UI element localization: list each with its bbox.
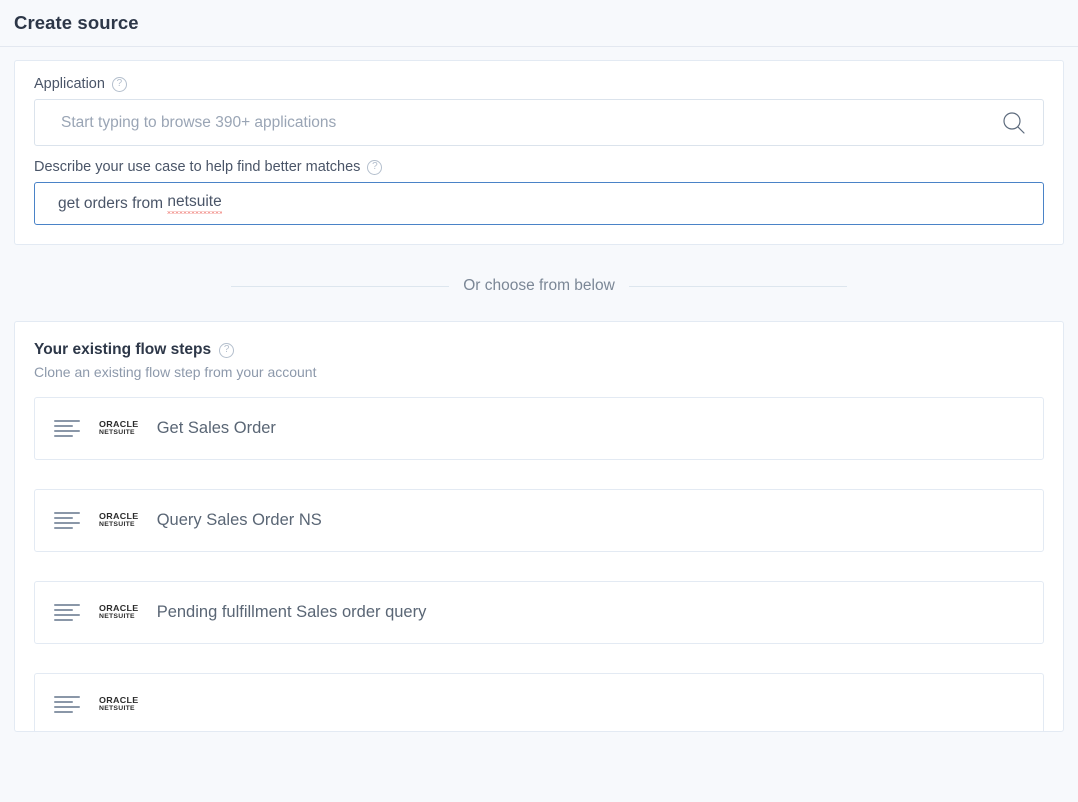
application-input-wrap [34, 99, 1044, 146]
lines-icon [54, 695, 80, 715]
application-field-block: Application ? [34, 77, 1044, 146]
divider-label: Or choose from below [463, 277, 615, 294]
oracle-netsuite-logo-line2: NETSUITE [99, 705, 135, 713]
oracle-netsuite-logo-icon: ORACLE NETSUITE [99, 603, 139, 621]
oracle-netsuite-logo-line2: NETSUITE [99, 613, 135, 621]
existing-flow-steps-title: Your existing flow steps [34, 341, 212, 358]
flow-step-list-item[interactable]: ORACLE NETSUITE Get Sales Order [34, 397, 1044, 460]
application-label: Application [34, 76, 105, 93]
oracle-netsuite-logo-line2: NETSUITE [99, 521, 135, 529]
flow-step-name: Query Sales Order NS [156, 511, 322, 529]
search-card: Application ? Describe your use case to … [14, 60, 1064, 245]
help-circle-icon[interactable]: ? [111, 77, 127, 92]
lines-icon [54, 419, 80, 439]
oracle-netsuite-logo-icon: ORACLE NETSUITE [99, 419, 139, 437]
help-circle-icon[interactable]: ? [367, 160, 383, 175]
flow-step-name: Pending fulfillment Sales order query [156, 603, 427, 621]
usecase-label: Describe your use case to help find bett… [34, 159, 361, 176]
usecase-input[interactable] [34, 182, 1044, 225]
lines-icon [54, 511, 80, 531]
existing-flow-steps-subtitle: Clone an existing flow step from your ac… [34, 364, 317, 380]
application-search-input[interactable] [34, 99, 1044, 146]
page-header: Create source [0, 0, 1078, 47]
or-divider: Or choose from below [14, 277, 1064, 295]
oracle-netsuite-logo-icon: ORACLE NETSUITE [99, 511, 139, 529]
usecase-label-row: Describe your use case to help find bett… [34, 160, 1044, 175]
help-circle-icon[interactable]: ? [219, 342, 235, 358]
page-title: Create source [14, 12, 139, 33]
oracle-netsuite-logo-line1: ORACLE [99, 695, 139, 706]
flow-step-list-item[interactable]: ORACLE NETSUITE Query Sales Order NS [34, 489, 1044, 552]
divider-rule-right [628, 285, 847, 287]
oracle-netsuite-logo-line1: ORACLE [99, 511, 139, 522]
search-icon[interactable] [1001, 110, 1027, 136]
oracle-netsuite-logo-line2: NETSUITE [99, 429, 135, 437]
flow-step-list-item[interactable]: ORACLE NETSUITE Pending fulfillment Sale… [34, 581, 1044, 644]
oracle-netsuite-logo-line1: ORACLE [99, 419, 139, 430]
divider-rule-left [231, 285, 450, 287]
page-body: Application ? Describe your use case to … [0, 47, 1078, 802]
lines-icon [54, 603, 80, 623]
oracle-netsuite-logo-icon: ORACLE NETSUITE [99, 695, 139, 713]
usecase-field-block: Describe your use case to help find bett… [34, 160, 1044, 225]
flow-step-list: ORACLE NETSUITE Get Sales Order ORACLE N… [34, 397, 1044, 731]
flow-step-name: Get Sales Order [156, 419, 276, 437]
flow-step-list-item[interactable]: ORACLE NETSUITE [34, 673, 1044, 731]
existing-flow-steps-title-row: Your existing flow steps ? [34, 341, 1044, 359]
oracle-netsuite-logo-line1: ORACLE [99, 603, 139, 614]
application-label-row: Application ? [34, 77, 1044, 92]
usecase-input-wrap: get orders from netsuite [34, 182, 1044, 225]
existing-flow-steps-card: Your existing flow steps ? Clone an exis… [14, 321, 1064, 732]
